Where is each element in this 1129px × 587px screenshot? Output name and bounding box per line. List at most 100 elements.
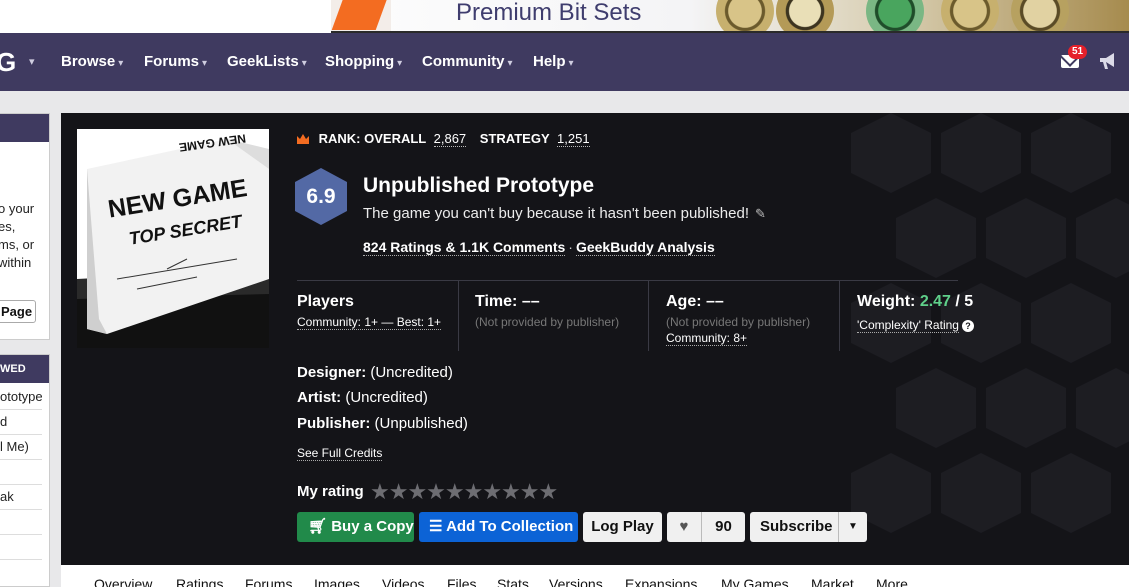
publisher-credit: Publisher: (Unpublished) [297,415,468,432]
see-full-credits-link[interactable]: See Full Credits [297,446,383,461]
artist-value: (Uncredited) [345,389,428,406]
nav-community[interactable]: Community ▾ [422,53,513,73]
age-community[interactable]: Community: 8+ [666,331,748,346]
list-item[interactable] [0,510,42,535]
ad-text: Premium Bit Sets [456,0,642,26]
geekbuddy-analysis-link[interactable]: GeekBuddy Analysis [575,239,715,256]
weight-max: / 5 [955,293,974,310]
tab-files[interactable]: Files [447,576,477,587]
chevron-down-icon[interactable]: ▾ [29,55,35,68]
rank-overall-value[interactable]: 2,867 [433,131,467,147]
mail-count-badge: 51 [1068,45,1088,59]
tab-market[interactable]: Market [811,576,854,587]
megaphone-icon[interactable] [1098,52,1118,70]
fan-count: 90 [715,518,732,535]
tab-stats[interactable]: Stats [497,576,529,587]
complexity-rating-label[interactable]: 'Complexity' Rating? [857,318,974,333]
stat-separator [458,281,459,351]
ratings-comments-link[interactable]: 824 Ratings & 1.1K Comments [363,239,566,256]
fan-button[interactable]: ♥ 90 [667,512,745,542]
game-header-panel: NEW GAME TOP SECRET NEW GAME RANK: OVERA… [61,113,1129,565]
designer-value: (Uncredited) [370,364,453,381]
tab-images[interactable]: Images [314,576,360,587]
game-subtitle: The game you can't buy because it hasn't… [363,205,766,222]
age-stat: Age: –– (Not provided by publisher) Comm… [666,281,836,351]
sidebar-text: ms, or [0,237,35,252]
page-button[interactable]: Page [0,300,36,323]
time-stat: Time: –– (Not provided by publisher) [475,281,645,351]
weight-stat: Weight: 2.47 / 5 'Complexity' Rating? [857,281,1037,351]
ad-banner[interactable]: Premium Bit Sets [331,0,1129,33]
rating-stars[interactable]: ★★★★★★★★★★ [370,479,558,505]
coin-image [866,0,924,31]
rank-strategy-label: STRATEGY [479,131,550,146]
list-icon: ☰ [429,518,443,535]
chevron-down-icon: ▾ [202,58,208,69]
game-box-image[interactable]: NEW GAME TOP SECRET NEW GAME [77,129,269,348]
nav-shopping[interactable]: Shopping ▾ [325,53,402,73]
designer-credit: Designer: (Uncredited) [297,364,453,381]
nav-browse[interactable]: Browse ▾ [61,53,123,73]
tab-forums[interactable]: Forums [245,576,292,587]
chevron-down-icon: ▾ [118,58,124,69]
sidebar-text: o your [0,201,35,216]
chevron-down-icon: ▾ [301,58,307,69]
chevron-down-icon: ▾ [507,58,513,69]
time-label: Time: –– [475,293,540,310]
nav-geeklists[interactable]: GeekLists ▾ [227,53,307,73]
tab-videos[interactable]: Videos [382,576,425,587]
tab-overview[interactable]: Overview [94,576,152,587]
add-to-collection-button[interactable]: ☰ Add To Collection [419,512,578,542]
list-item[interactable]: ototype [0,385,42,410]
rank-line: RANK: OVERALL 2,867 STRATEGY 1,251 [297,131,600,147]
help-icon[interactable]: ? [961,320,974,332]
sidebar-card-header [0,114,49,142]
stat-separator [648,281,649,351]
subscribe-button[interactable]: Subscribe ▼ [750,512,867,542]
tab-more[interactable]: More [876,576,908,587]
list-item[interactable]: d [0,410,42,435]
ratings-links: 824 Ratings & 1.1K Comments · GeekBuddy An… [363,239,715,256]
buy-a-copy-button[interactable]: 🛒︎ Buy a Copy [297,512,414,542]
list-item[interactable] [0,535,42,560]
coin-image [776,0,834,31]
ad-logo [331,0,391,31]
separator-dot: · [568,239,573,255]
rank-strategy-value[interactable]: 1,251 [557,131,590,147]
top-banner: Premium Bit Sets [0,0,1129,33]
subscribe-label: Subscribe [760,518,833,535]
list-item[interactable]: ak [0,485,42,510]
list-item[interactable] [0,460,42,485]
weight-heading: Weight: 2.47 / 5 [857,293,974,310]
publisher-value: (Unpublished) [374,415,468,432]
log-play-button[interactable]: Log Play [583,512,662,542]
recently-viewed-card: WED ototype d l Me) ak [0,354,50,587]
main-nav: G ▾ Browse ▾ Forums ▾ GeekLists ▾ Shopping ▾… [0,33,1129,91]
players-label: Players [297,293,354,310]
heart-icon[interactable]: ♥ [667,512,702,542]
coin-image [941,0,999,31]
recently-viewed-header: WED [0,355,49,383]
chevron-down-icon: ▾ [568,58,574,69]
players-community[interactable]: Community: 1+ — Best: 1+ [297,315,442,330]
sidebar-text: es, [0,219,16,234]
weight-value: 2.47 [919,293,951,310]
nav-help[interactable]: Help ▾ [533,53,574,73]
tab-versions[interactable]: Versions [549,576,603,587]
list-item[interactable]: l Me) [0,435,42,460]
pencil-icon[interactable]: ✎ [755,206,766,222]
tab-ratings[interactable]: Ratings [176,576,223,587]
tab-my-games[interactable]: My Games [721,576,789,587]
nav-forums[interactable]: Forums ▾ [144,53,207,73]
tab-expansions[interactable]: Expansions [625,576,697,587]
average-rating[interactable]: 6.9 [295,185,347,209]
chevron-down-icon: ▾ [397,58,403,69]
game-title: Unpublished Prototype [363,174,594,197]
sidebar-card: o your es, ms, or within Page [0,113,50,340]
my-rating-label: My rating [297,483,364,500]
age-label: Age: –– [666,293,724,310]
site-logo[interactable]: G [0,49,16,75]
stat-separator [839,281,840,351]
cart-icon: 🛒︎ [308,518,328,535]
chevron-down-icon[interactable]: ▼ [838,512,867,542]
